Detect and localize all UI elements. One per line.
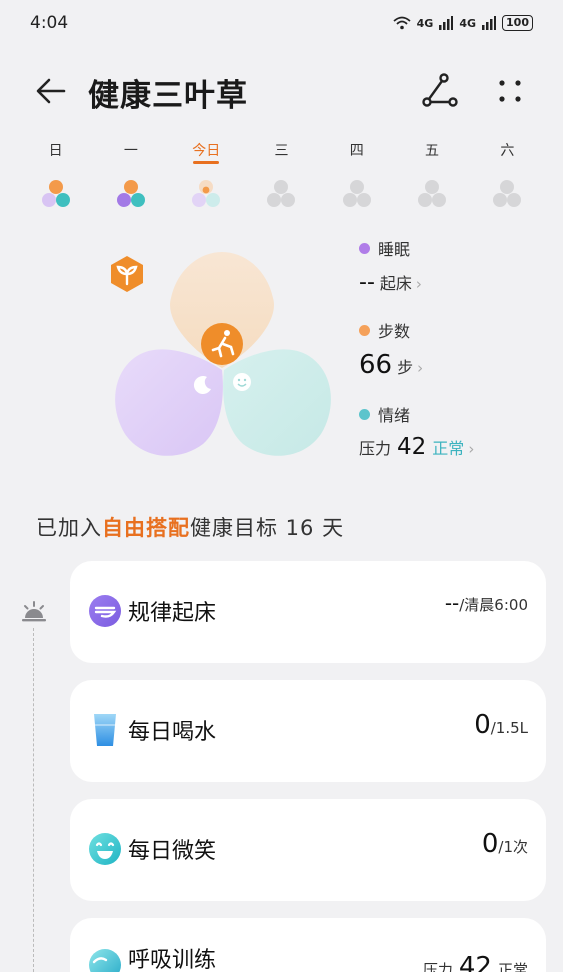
goal-card-breath[interactable]: 呼吸训练 压力 42 正常 [70,918,546,972]
day-thu[interactable]: 四 [319,138,394,218]
legend-label: 步数 [378,322,411,341]
share-icon[interactable] [420,72,458,110]
status-bar: 4:04 4G 4G 100 [0,0,563,46]
breath-icon [89,949,121,972]
card-value-number: 42 [458,952,492,972]
smile-icon [89,833,121,865]
mood-value: 42 [397,434,427,460]
signal-bars-icon [439,16,454,30]
sleep-unit: 起床 [379,274,412,293]
steps-value: 66 [359,350,393,380]
card-value-number: -- [444,591,460,615]
card-value: 0 /1次 [482,829,528,859]
chevron-right-icon: › [415,275,422,293]
legend-label: 情绪 [378,406,411,425]
day-label: 日 [48,143,63,159]
mood-status: 正常 [432,439,465,458]
day-label: 六 [500,143,515,159]
chevron-right-icon: › [468,440,475,458]
back-arrow-icon[interactable] [34,74,68,108]
legend-sleep-value[interactable]: -- 起床 › [359,270,422,295]
legend-steps-value[interactable]: 66 步 › [359,350,423,380]
steps-unit: 步 [397,358,414,377]
card-title: 每日微笑 [128,839,217,864]
legend-mood-title: 情绪 [359,402,410,426]
legend-mood-value[interactable]: 压力 42 正常 › [359,434,474,460]
day-sun[interactable]: 日 [18,138,93,218]
card-value-prefix: 压力 [422,961,453,972]
legend-label: 睡眠 [378,240,411,259]
legend-steps-title: 步数 [359,318,410,342]
card-value-unit: /1.5L [490,719,528,737]
status-time: 4:04 [30,13,69,33]
day-label: 五 [425,143,440,159]
card-value-unit: 正常 [497,961,528,972]
week-selector: 日 一 今日 三 四 五 六 [18,138,545,218]
steps-dot-icon [359,324,370,336]
goal-highlight: 自由搭配 [102,516,190,540]
goal-summary: 已加入自由搭配健康目标 16 天 [36,512,344,542]
card-value: 0 /1.5L [474,710,528,740]
sprout-badge-icon[interactable] [107,254,147,294]
timeline-line [33,628,34,972]
more-dots-icon[interactable] [493,74,527,108]
page-title: 健康三叶草 [88,78,248,114]
goal-suffix: 健康目标 16 天 [190,516,345,540]
clover-summary: 睡眠 -- 起床 › 步数 66 步 › 情绪 压力 42 正常 › [0,232,563,472]
card-title: 规律起床 [128,601,217,626]
day-clover-icon [41,180,70,207]
goal-card-wake[interactable]: 规律起床 -- /清晨6:00 [70,561,546,663]
card-title: 呼吸训练 [128,948,217,972]
card-value-number: 0 [481,829,499,859]
goal-card-smile[interactable]: 每日微笑 0 /1次 [70,799,546,901]
day-clover-icon [418,180,447,207]
day-today[interactable]: 今日 [169,138,244,218]
day-clover-icon [342,180,371,207]
day-label: 今日 [192,138,220,164]
day-clover-icon [116,180,145,207]
signal-label-1: 4G [416,16,434,30]
day-clover-icon [267,180,296,207]
day-wed[interactable]: 三 [244,138,319,218]
signal-bars-icon [482,16,497,30]
sleep-dot-icon [359,242,370,254]
card-value-number: 0 [474,710,491,740]
card-title: 每日喝水 [128,720,217,745]
day-mon[interactable]: 一 [93,138,168,218]
card-value: 压力 42 正常 [423,952,528,972]
water-cup-icon [94,714,116,746]
goal-prefix: 已加入 [36,516,102,540]
chevron-right-icon: › [417,359,424,377]
card-value: -- /清晨6:00 [445,591,528,615]
sunrise-icon [22,601,46,622]
day-label: 四 [349,143,364,159]
day-fri[interactable]: 五 [394,138,469,218]
day-label: 三 [274,143,289,159]
day-clover-icon [192,180,221,207]
header: 健康三叶草 [0,62,563,118]
signal-label-2: 4G [459,16,477,30]
mood-dot-icon [359,408,370,420]
goal-card-water[interactable]: 每日喝水 0 /1.5L [70,680,546,782]
day-sat[interactable]: 六 [470,138,545,218]
day-clover-icon [493,180,522,207]
card-value-unit: /1次 [498,838,528,856]
status-icons: 4G 4G 100 [393,15,533,31]
wifi-icon [393,16,411,30]
battery-indicator: 100 [502,15,533,31]
mood-prefix: 压力 [359,439,392,458]
sleep-value: -- [359,270,375,295]
wake-icon [89,595,121,627]
legend-sleep-title: 睡眠 [359,236,410,260]
card-value-unit: /清晨6:00 [459,596,528,614]
day-label: 一 [123,143,138,159]
